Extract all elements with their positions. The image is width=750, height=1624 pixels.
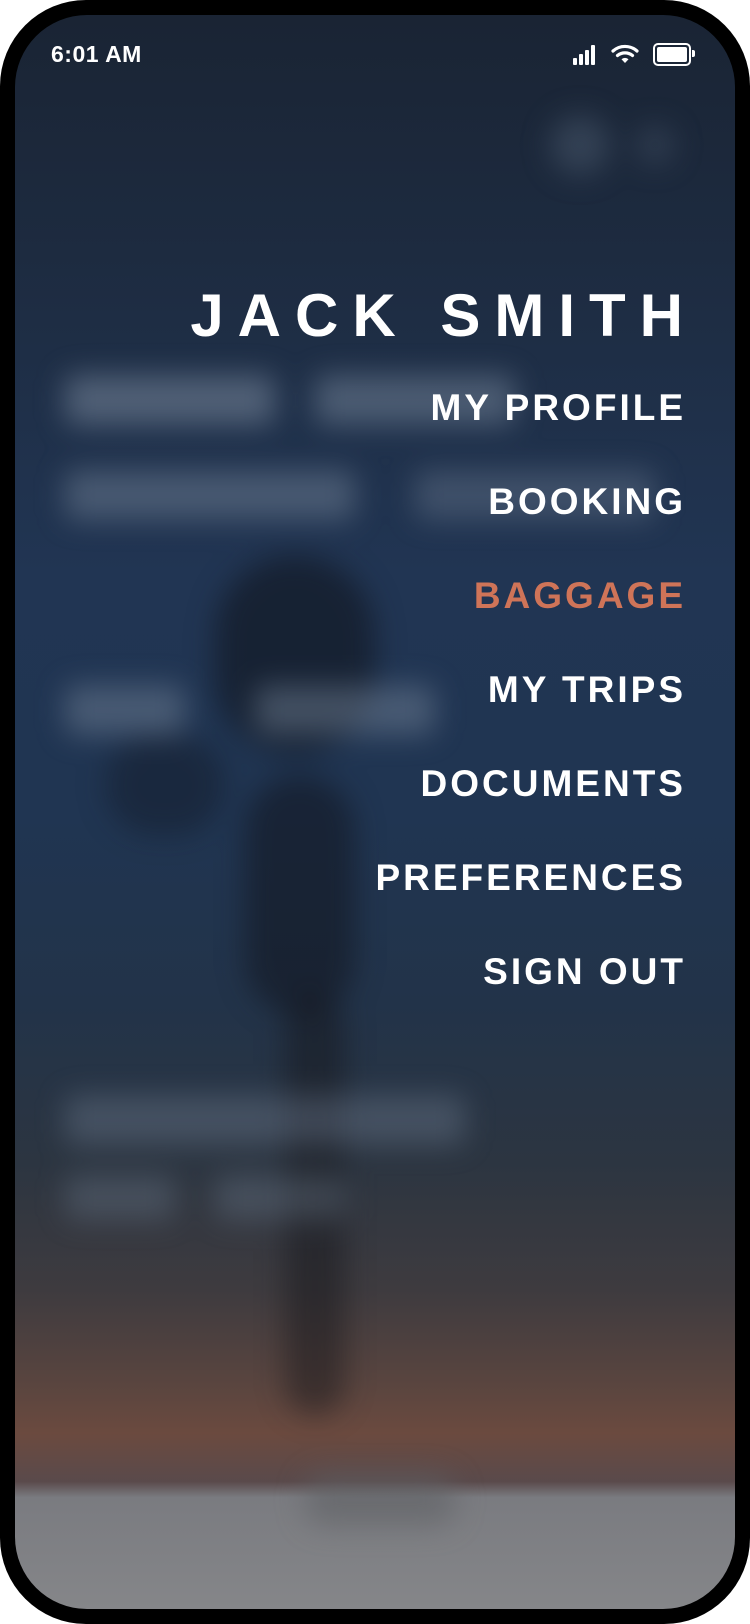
status-icons bbox=[573, 39, 695, 69]
cellular-signal-icon bbox=[573, 43, 597, 65]
screen: 6:01 AM JACK SMITH MY PROFILE BOOKING BA… bbox=[15, 15, 735, 1609]
blurred-bottom-bar bbox=[305, 1475, 455, 1525]
menu-item-sign-out[interactable]: SIGN OUT bbox=[190, 950, 686, 994]
battery-icon bbox=[653, 42, 695, 66]
blurred-icon bbox=[635, 125, 675, 165]
menu-item-my-trips[interactable]: MY TRIPS bbox=[190, 668, 686, 712]
status-time: 6:01 AM bbox=[51, 41, 142, 67]
side-menu: JACK SMITH MY PROFILE BOOKING BAGGAGE MY… bbox=[190, 280, 683, 1044]
user-name: JACK SMITH bbox=[190, 282, 697, 349]
blurred-text-block bbox=[65, 1095, 465, 1145]
blurred-text-block bbox=[215, 1175, 345, 1220]
blurred-text-block bbox=[65, 685, 185, 735]
menu-item-documents[interactable]: DOCUMENTS bbox=[190, 762, 686, 806]
status-bar: 6:01 AM bbox=[15, 15, 735, 95]
menu-item-preferences[interactable]: PREFERENCES bbox=[190, 856, 686, 900]
menu-item-my-profile[interactable]: MY PROFILE bbox=[190, 386, 686, 430]
wifi-icon bbox=[611, 44, 639, 63]
menu-item-baggage[interactable]: BAGGAGE bbox=[190, 574, 686, 618]
menu-item-booking[interactable]: BOOKING bbox=[190, 480, 686, 524]
phone-frame: 6:01 AM JACK SMITH MY PROFILE BOOKING BA… bbox=[0, 0, 750, 1624]
battery-level bbox=[657, 46, 687, 62]
blurred-text-block bbox=[65, 1175, 175, 1220]
blurred-icon bbox=[550, 115, 610, 175]
